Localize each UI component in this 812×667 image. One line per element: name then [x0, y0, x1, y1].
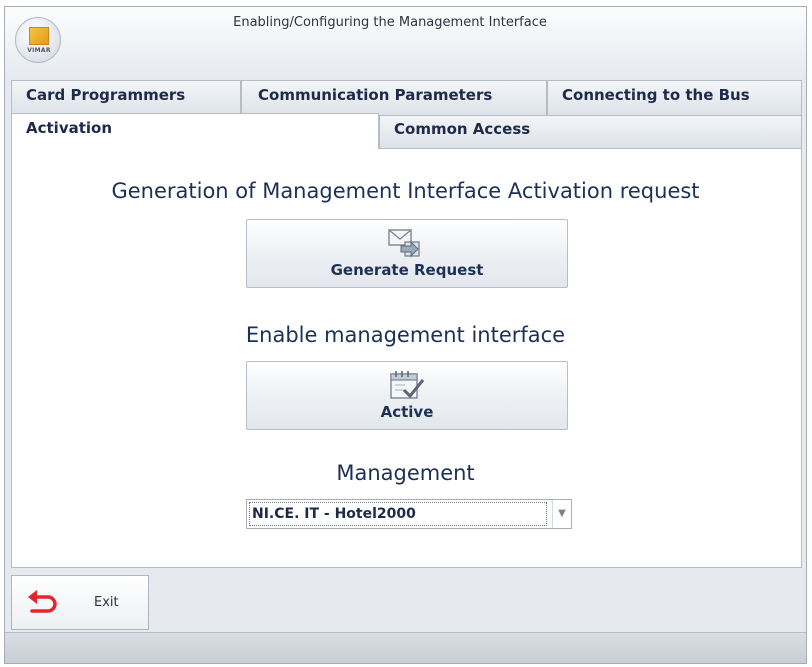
undo-arrow-icon	[28, 590, 57, 613]
generate-request-label: Generate Request	[330, 261, 484, 279]
active-label: Active	[380, 403, 434, 421]
main-window: VIMAR Enabling/Configuring the Managemen…	[4, 6, 807, 664]
app-logo-text: VIMAR	[27, 47, 51, 54]
enable-interface-heading: Enable management interface	[245, 323, 566, 347]
envelope-arrow-icon	[388, 229, 420, 258]
tab-label: Connecting to the Bus	[562, 86, 750, 104]
tab-label: Card Programmers	[26, 86, 186, 104]
title-bar: VIMAR Enabling/Configuring the Managemen…	[5, 7, 806, 75]
generate-request-button[interactable]: Generate Request	[246, 219, 568, 288]
activation-request-heading: Generation of Management Interface Activ…	[111, 179, 700, 203]
calendar-check-icon	[390, 371, 425, 399]
chevron-down-icon[interactable]: ▼	[552, 500, 571, 528]
exit-label: Exit	[94, 595, 119, 610]
tab-activation[interactable]: Activation	[11, 113, 379, 149]
management-select[interactable]: NI.CE. IT - Hotel2000 ▼	[246, 499, 572, 529]
tab-label: Activation	[26, 119, 113, 137]
app-logo-icon	[29, 27, 49, 45]
tab-common-access[interactable]: Common Access	[379, 115, 802, 148]
management-heading: Management	[336, 461, 475, 485]
app-menu-button[interactable]: VIMAR	[15, 17, 61, 63]
status-bar	[5, 632, 806, 663]
tab-label: Communication Parameters	[258, 86, 493, 104]
management-select-value: NI.CE. IT - Hotel2000	[249, 502, 547, 526]
tab-label: Common Access	[394, 120, 531, 138]
tab-connecting-to-the-bus[interactable]: Connecting to the Bus	[547, 80, 802, 116]
window-title: Enabling/Configuring the Management Inte…	[233, 15, 547, 30]
tab-communication-parameters[interactable]: Communication Parameters	[241, 80, 547, 116]
tab-card-programmers[interactable]: Card Programmers	[11, 80, 241, 116]
exit-button[interactable]: Exit	[11, 575, 149, 630]
active-button[interactable]: Active	[246, 361, 568, 430]
